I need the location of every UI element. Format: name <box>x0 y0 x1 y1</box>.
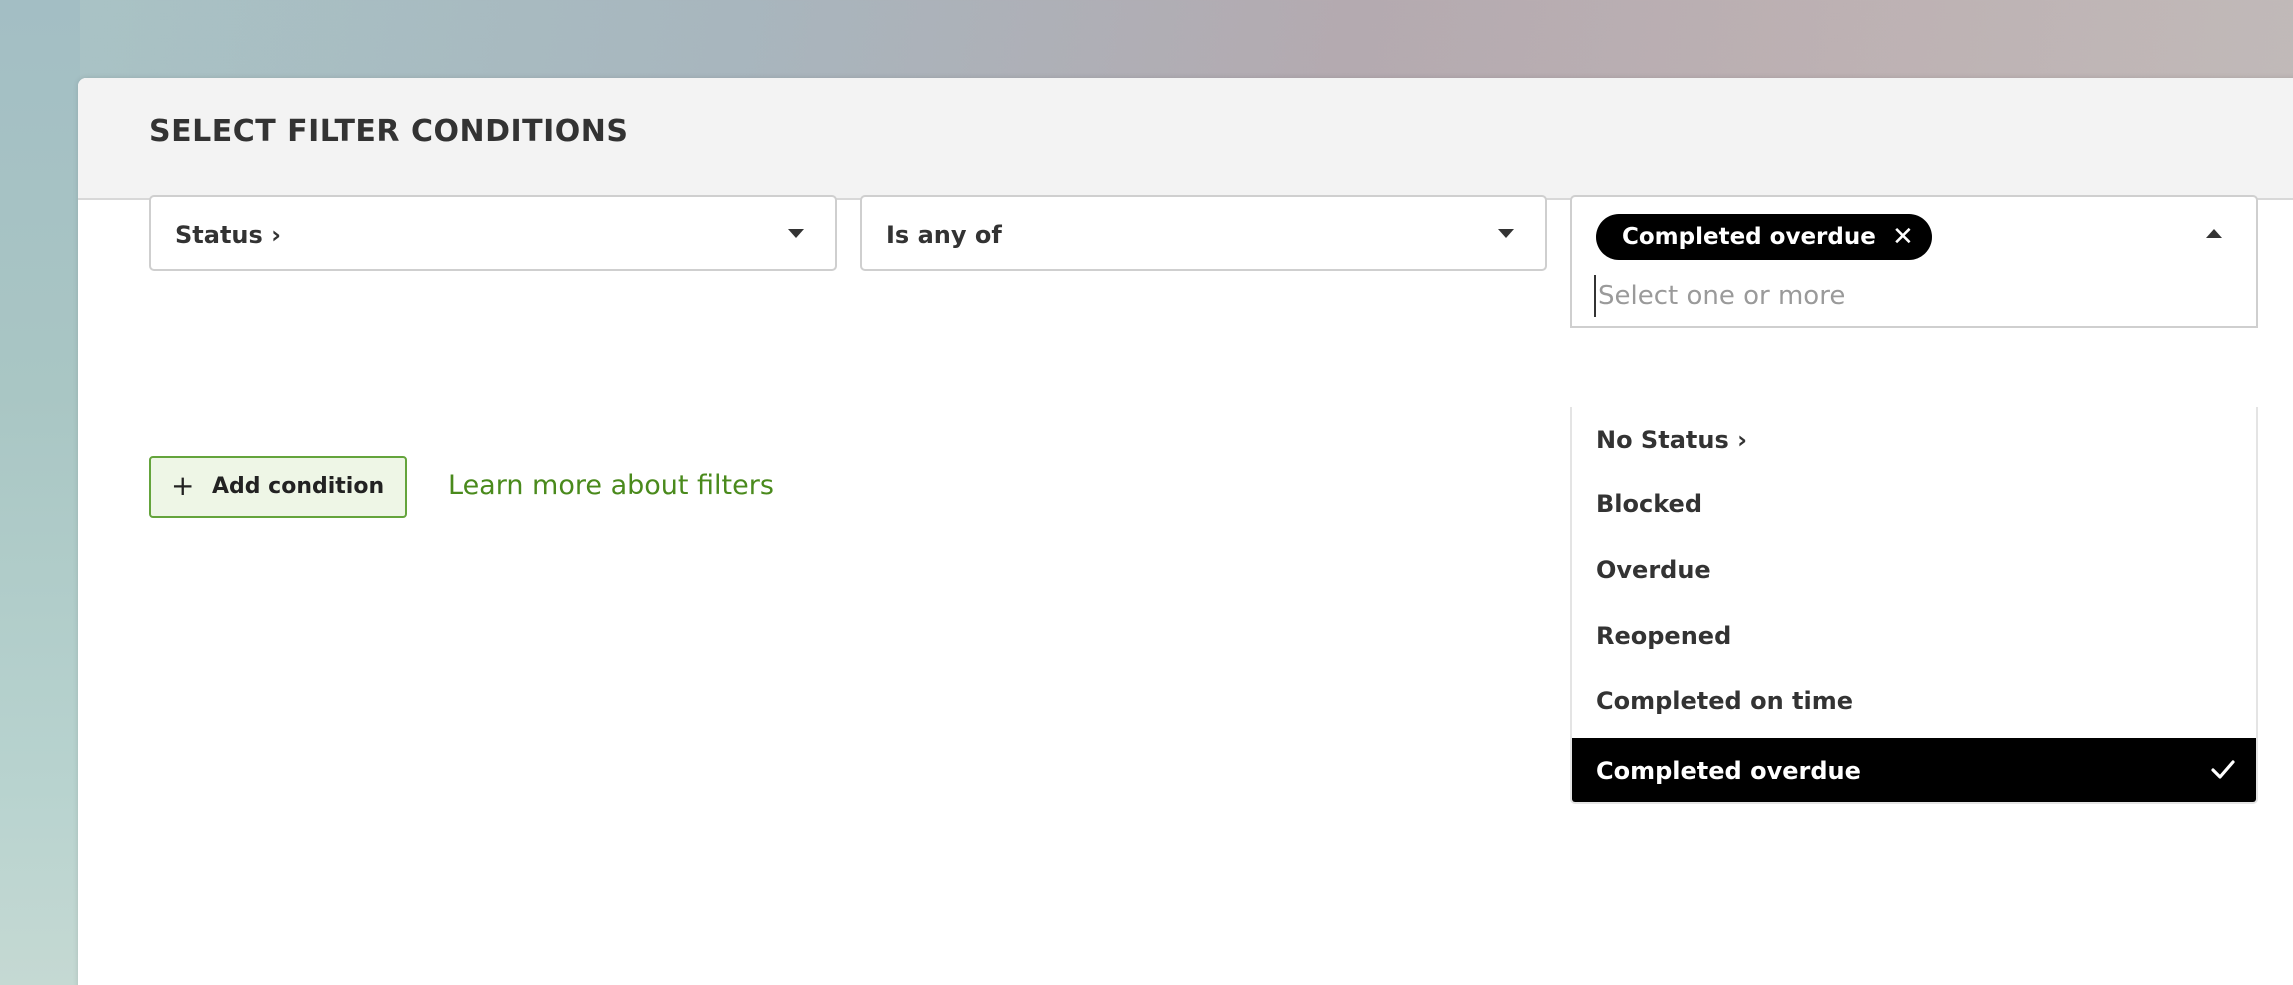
caret-up-icon[interactable] <box>2206 229 2222 238</box>
caret-down-icon <box>788 229 804 238</box>
option-label: Reopened <box>1596 622 1732 650</box>
chip-label: Completed overdue <box>1622 224 1876 250</box>
background-edge <box>0 0 80 985</box>
option-no-status[interactable]: No Status › <box>1572 407 2256 471</box>
check-icon <box>2211 760 2235 779</box>
option-label: Blocked <box>1596 490 1703 518</box>
value-options-list: No Status › Blocked Overdue Reopened Com… <box>1570 407 2258 804</box>
panel-title: SELECT FILTER CONDITIONS <box>149 114 629 149</box>
value-multiselect[interactable]: Completed overdue ✕ <box>1570 195 2258 328</box>
add-condition-button[interactable]: + Add condition <box>149 456 407 518</box>
option-completed-on-time[interactable]: Completed on time <box>1572 668 2256 732</box>
plus-icon: + <box>171 469 195 502</box>
operator-select[interactable]: Is any of <box>860 195 1547 271</box>
field-select[interactable]: Status › <box>149 195 837 271</box>
learn-more-link[interactable]: Learn more about filters <box>448 470 774 501</box>
operator-select-value: Is any of <box>886 221 1002 249</box>
caret-down-icon <box>1498 229 1514 238</box>
option-label: Overdue <box>1596 556 1711 584</box>
add-condition-label: Add condition <box>212 474 385 499</box>
option-overdue[interactable]: Overdue <box>1572 537 2256 601</box>
value-search-input[interactable] <box>1594 275 2160 317</box>
option-label: Completed overdue <box>1596 757 1861 785</box>
selected-chip: Completed overdue ✕ <box>1596 214 1932 260</box>
close-icon[interactable]: ✕ <box>1892 214 1914 260</box>
field-select-value: Status › <box>175 221 282 249</box>
panel-header: SELECT FILTER CONDITIONS <box>78 78 2293 200</box>
option-label: No Status › <box>1596 426 1747 454</box>
option-reopened[interactable]: Reopened <box>1572 603 2256 667</box>
option-label: Completed on time <box>1596 687 1853 715</box>
option-blocked[interactable]: Blocked <box>1572 471 2256 535</box>
option-completed-overdue[interactable]: Completed overdue <box>1572 738 2256 802</box>
